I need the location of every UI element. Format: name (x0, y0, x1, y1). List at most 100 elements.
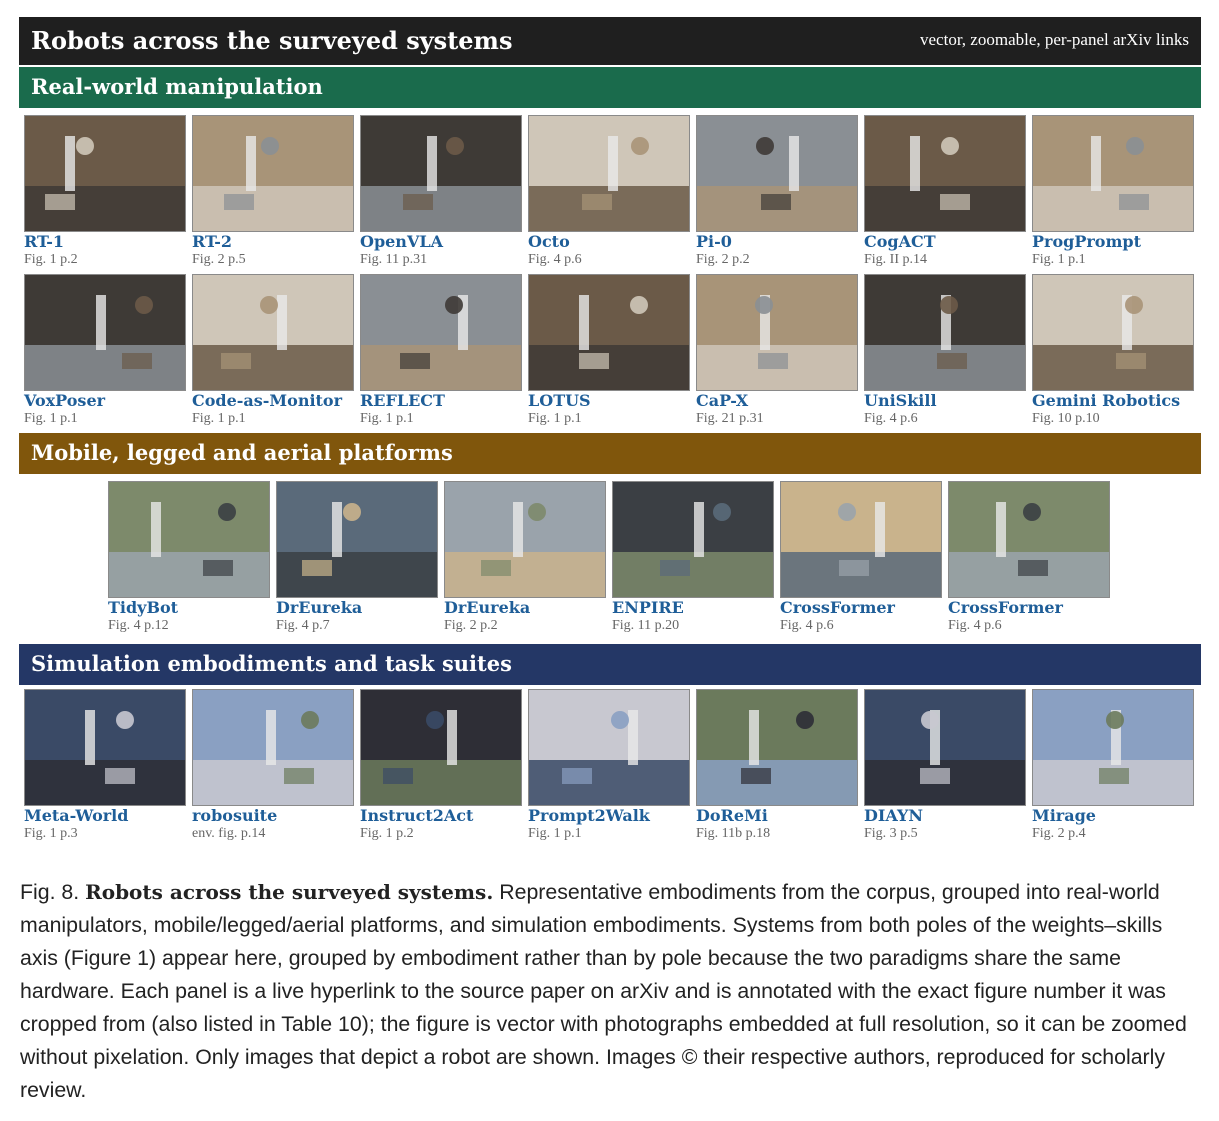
panel-figure-ref: Fig. 3 p.5 (864, 826, 918, 841)
robot-photo-icon[interactable] (528, 274, 690, 391)
panel-figure-ref: Fig. 4 p.7 (276, 618, 330, 633)
robot-photo-icon[interactable] (360, 274, 522, 391)
panel-figure-ref: Fig. 4 p.6 (948, 618, 1002, 633)
panel-title-link[interactable]: CrossFormer (780, 599, 942, 617)
simulation-render-icon[interactable] (1032, 689, 1194, 806)
figure-panel[interactable]: Prompt2Walk Fig. 1 p.1 (528, 689, 690, 842)
panel-title-link[interactable]: DrEureka (444, 599, 606, 617)
panel-figure-ref: Fig. II p.14 (864, 252, 927, 267)
caption-bold-title: Robots across the surveyed systems. (85, 880, 494, 904)
simulation-render-icon[interactable] (360, 689, 522, 806)
panel-title-link[interactable]: REFLECT (360, 392, 522, 410)
robot-photo-icon[interactable] (24, 115, 186, 232)
panel-title-link[interactable]: LOTUS (528, 392, 690, 410)
figure-panel[interactable]: Instruct2Act Fig. 1 p.2 (360, 689, 522, 842)
panel-title-link[interactable]: CaP-X (696, 392, 858, 410)
robot-photo-icon[interactable] (444, 481, 606, 598)
robot-photo-icon[interactable] (276, 481, 438, 598)
figure-panel[interactable]: DrEureka Fig. 2 p.2 (444, 481, 606, 634)
figure-panel[interactable]: OpenVLA Fig. 11 p.31 (360, 115, 522, 268)
panel-figure-ref: Fig. 21 p.31 (696, 411, 764, 426)
panel-title-link[interactable]: Meta-World (24, 807, 186, 825)
robot-photo-icon[interactable] (780, 481, 942, 598)
panel-title-link[interactable]: RT-2 (192, 233, 354, 251)
panel-figure-ref: Fig. 10 p.10 (1032, 411, 1100, 426)
figure-panel[interactable]: CaP-X Fig. 21 p.31 (696, 274, 858, 427)
robot-photo-icon[interactable] (1032, 274, 1194, 391)
panel-title-link[interactable]: robosuite (192, 807, 354, 825)
figure-panel[interactable]: DIAYN Fig. 3 p.5 (864, 689, 1026, 842)
figure-panel[interactable]: DrEureka Fig. 4 p.7 (276, 481, 438, 634)
panel-title-link[interactable]: OpenVLA (360, 233, 522, 251)
figure-panel[interactable]: RT-2 Fig. 2 p.5 (192, 115, 354, 268)
robot-photo-icon[interactable] (108, 481, 270, 598)
panel-figure-ref: Fig. 1 p.1 (24, 411, 78, 426)
simulation-render-icon[interactable] (192, 689, 354, 806)
simulation-render-icon[interactable] (24, 689, 186, 806)
panel-title-link[interactable]: Instruct2Act (360, 807, 522, 825)
panel-title-link[interactable]: CogACT (864, 233, 1026, 251)
robot-photo-icon[interactable] (864, 115, 1026, 232)
robot-photo-icon[interactable] (612, 481, 774, 598)
panel-figure-ref: Fig. 1 p.2 (360, 826, 414, 841)
robot-photo-icon[interactable] (192, 274, 354, 391)
panel-figure-ref: Fig. 2 p.4 (1032, 826, 1086, 841)
figure-panel[interactable]: Mirage Fig. 2 p.4 (1032, 689, 1194, 842)
panel-title-link[interactable]: DIAYN (864, 807, 1026, 825)
figure-panel[interactable]: CrossFormer Fig. 4 p.6 (948, 481, 1110, 634)
simulation-render-icon[interactable] (696, 689, 858, 806)
panel-figure-ref: Fig. 2 p.2 (696, 252, 750, 267)
panel-title-link[interactable]: TidyBot (108, 599, 270, 617)
robot-photo-icon[interactable] (360, 115, 522, 232)
panel-title-link[interactable]: Pi-0 (696, 233, 858, 251)
figure-panel[interactable]: robosuite env. fig. p.14 (192, 689, 354, 842)
robot-photo-icon[interactable] (696, 115, 858, 232)
panel-figure-ref: Fig. 4 p.6 (864, 411, 918, 426)
section-title: Mobile, legged and aerial platforms (31, 440, 453, 465)
panel-title-link[interactable]: VoxPoser (24, 392, 186, 410)
panel-title-link[interactable]: ProgPrompt (1032, 233, 1194, 251)
panel-title-link[interactable]: Prompt2Walk (528, 807, 690, 825)
robot-photo-icon[interactable] (528, 115, 690, 232)
caption-label: Fig. 8. (20, 880, 80, 904)
panel-title-link[interactable]: Mirage (1032, 807, 1194, 825)
figure-panel[interactable]: CrossFormer Fig. 4 p.6 (780, 481, 942, 634)
figure-panel[interactable]: REFLECT Fig. 1 p.1 (360, 274, 522, 427)
figure-panel[interactable]: Octo Fig. 4 p.6 (528, 115, 690, 268)
panel-title-link[interactable]: RT-1 (24, 233, 186, 251)
panel-title-link[interactable]: CrossFormer (948, 599, 1110, 617)
panel-title-link[interactable]: Octo (528, 233, 690, 251)
panel-title-link[interactable]: ENPIRE (612, 599, 774, 617)
simulation-render-icon[interactable] (864, 689, 1026, 806)
panel-title-link[interactable]: DrEureka (276, 599, 438, 617)
figure-panel[interactable]: ENPIRE Fig. 11 p.20 (612, 481, 774, 634)
robot-photo-icon[interactable] (192, 115, 354, 232)
figure-panel[interactable]: Pi-0 Fig. 2 p.2 (696, 115, 858, 268)
figure-panel[interactable]: Meta-World Fig. 1 p.3 (24, 689, 186, 842)
panel-figure-ref: Fig. 4 p.6 (780, 618, 834, 633)
figure-panel[interactable]: ProgPrompt Fig. 1 p.1 (1032, 115, 1194, 268)
panel-title-link[interactable]: DoReMi (696, 807, 858, 825)
figure-panel[interactable]: CogACT Fig. II p.14 (864, 115, 1026, 268)
panel-title-link[interactable]: Gemini Robotics (1032, 392, 1194, 410)
robot-photo-icon[interactable] (864, 274, 1026, 391)
panel-title-link[interactable]: UniSkill (864, 392, 1026, 410)
robot-photo-icon[interactable] (696, 274, 858, 391)
figure-panel[interactable]: RT-1 Fig. 1 p.2 (24, 115, 186, 268)
simulation-render-icon[interactable] (528, 689, 690, 806)
panel-title-link[interactable]: Code-as-Monitor (192, 392, 354, 410)
robot-photo-icon[interactable] (1032, 115, 1194, 232)
panel-figure-ref: Fig. 2 p.5 (192, 252, 246, 267)
robot-photo-icon[interactable] (24, 274, 186, 391)
figure-panel[interactable]: UniSkill Fig. 4 p.6 (864, 274, 1026, 427)
figure-panel[interactable]: VoxPoser Fig. 1 p.1 (24, 274, 186, 427)
panel-figure-ref: Fig. 11 p.20 (612, 618, 680, 633)
figure-panel[interactable]: DoReMi Fig. 11b p.18 (696, 689, 858, 842)
panel-figure-ref: Fig. 2 p.2 (444, 618, 498, 633)
figure-panel[interactable]: Gemini Robotics Fig. 10 p.10 (1032, 274, 1194, 427)
figure-panel[interactable]: LOTUS Fig. 1 p.1 (528, 274, 690, 427)
figure-panel[interactable]: TidyBot Fig. 4 p.12 (108, 481, 270, 634)
figure-panel[interactable]: Code-as-Monitor Fig. 1 p.1 (192, 274, 354, 427)
section-title: Real-world manipulation (31, 74, 323, 99)
robot-photo-icon[interactable] (948, 481, 1110, 598)
